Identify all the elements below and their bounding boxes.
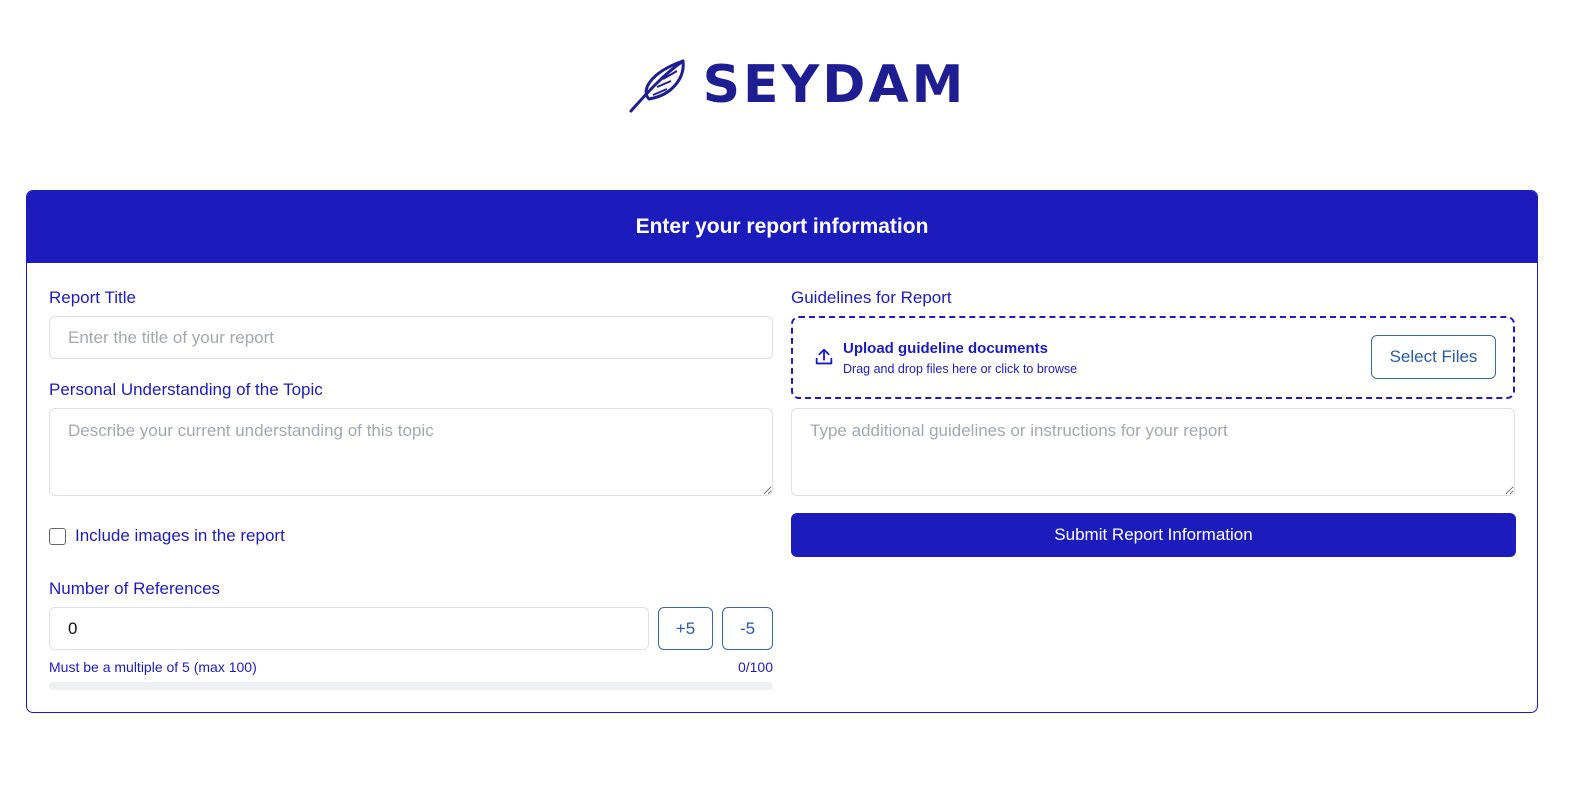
report-form-card: Enter your report information Report Tit…: [26, 190, 1538, 713]
feather-icon: [629, 59, 685, 113]
upload-subtitle: Drag and drop files here or click to bro…: [843, 362, 1078, 376]
references-progress-bar: [49, 682, 773, 690]
guidelines-textarea[interactable]: [791, 408, 1515, 496]
brand-name: SEYDAM: [702, 55, 967, 115]
upload-icon: [815, 348, 833, 365]
form-header: Enter your report information: [27, 191, 1537, 263]
add-five-button[interactable]: +5: [658, 607, 713, 650]
report-title-label: Report Title: [49, 288, 136, 307]
references-input[interactable]: [49, 607, 649, 650]
include-images-label[interactable]: Include images in the report: [75, 526, 285, 546]
brand-logo: SEYDAM: [0, 52, 1593, 118]
understanding-label: Personal Understanding of the Topic: [49, 380, 323, 399]
subtract-five-button[interactable]: -5: [722, 607, 773, 650]
submit-button[interactable]: Submit Report Information: [791, 513, 1516, 557]
understanding-textarea[interactable]: [49, 408, 773, 496]
upload-title: Upload guideline documents: [843, 340, 1049, 357]
upload-dropzone[interactable]: Upload guideline documents Drag and drop…: [791, 316, 1515, 399]
select-files-button[interactable]: Select Files: [1371, 335, 1496, 379]
references-count: 0/100: [737, 659, 773, 675]
guidelines-label: Guidelines for Report: [791, 288, 952, 307]
references-hint: Must be a multiple of 5 (max 100): [49, 659, 257, 675]
include-images-checkbox[interactable]: [49, 528, 66, 545]
report-title-input[interactable]: [49, 316, 773, 359]
references-label: Number of References: [49, 579, 221, 598]
